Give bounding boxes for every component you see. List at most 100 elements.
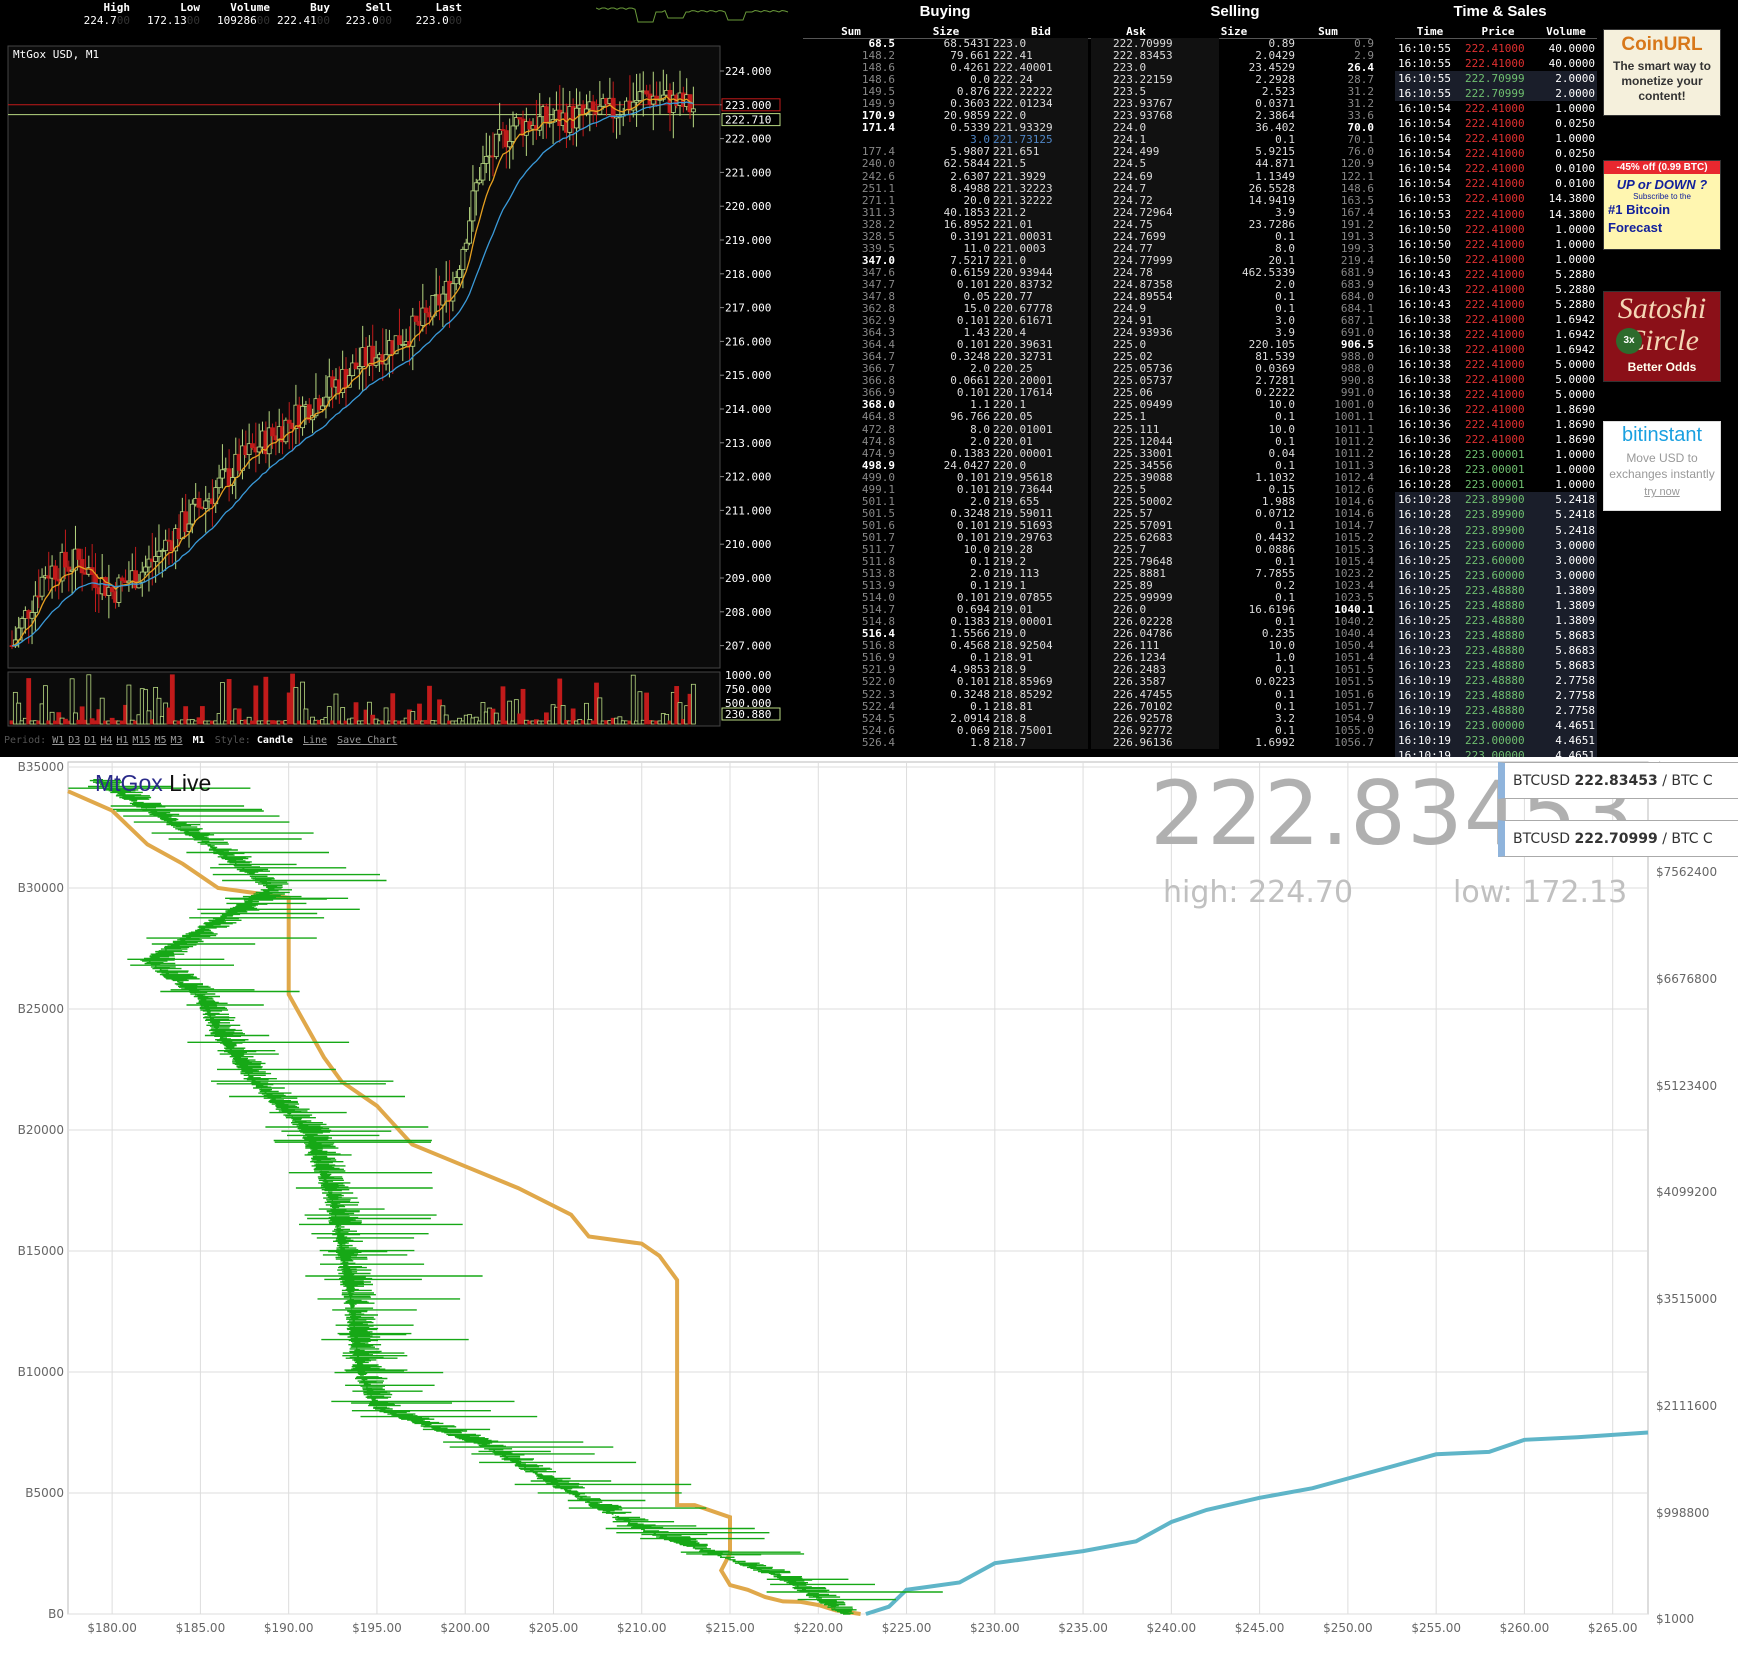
bid-price: 219.655 (993, 494, 1040, 508)
bear-candle (196, 498, 202, 508)
x-tick-label: $235.00 (1058, 1621, 1108, 1635)
sale-time: 16:10:43 (1398, 267, 1451, 281)
sale-price: 222.41000 (1465, 403, 1525, 417)
period-m3-link[interactable]: M3 (171, 735, 183, 746)
bid-price: 220.00001 (993, 446, 1053, 460)
ticker-bid[interactable]: BTCUSD 222.70999 / BTC C (1498, 820, 1738, 857)
sale-time: 16:10:53 (1398, 192, 1451, 206)
ask-price: 226.92578 (1113, 711, 1173, 725)
period-m15-link[interactable]: M15 (132, 735, 150, 746)
volume-bar (690, 683, 696, 725)
ask-price: 224.7 (1113, 181, 1147, 195)
bitinstant-ad[interactable]: bitinstant Move USD to exchanges instant… (1603, 421, 1721, 511)
buy-sum-header: Sum (841, 25, 861, 38)
period-d3-link[interactable]: D3 (68, 735, 80, 746)
period-w1-link[interactable]: W1 (52, 735, 64, 746)
period-h1-link[interactable]: H1 (116, 735, 128, 746)
sale-row: 16:10:19 223.48880 2.7758 (1395, 688, 1597, 704)
ask-size: 10.0 (1268, 422, 1296, 436)
sale-volume: 0.0250 (1555, 147, 1595, 161)
order-book-row: 522.4 0.1 218.81 226.70102 0.1 1051.7 (803, 700, 1376, 713)
sale-row: 16:10:19 223.48880 2.7758 (1395, 672, 1597, 689)
ask-price: 225.50002 (1113, 494, 1173, 508)
bitinstant-link[interactable]: try now (1604, 486, 1720, 498)
price-tick-label: 221.000 (725, 166, 771, 179)
candlestick-chart: MtGox USD, M1 224.000 223.000 222.000 221.00… (7, 45, 781, 727)
sale-volume: 1.3809 (1555, 613, 1595, 627)
volume-bar (520, 688, 526, 725)
x-tick-label: $190.00 (264, 1621, 314, 1635)
bull-candle (457, 269, 462, 278)
bid-size: 2.0 (970, 434, 990, 448)
style-line-link[interactable]: Line (303, 735, 327, 746)
ask-price: 225.1 (1113, 410, 1147, 424)
sale-price: 223.48880 (1465, 658, 1525, 672)
chart-period-bar: Period: W1 D3 D1 H4 H1 M15 M5 M3 M1 Style: Cand… (4, 735, 401, 746)
price-tick-label: 210.000 (725, 538, 771, 551)
ask-sum: 1055.0 (1334, 723, 1374, 737)
sale-volume: 0.0100 (1555, 177, 1595, 191)
sale-row: 16:10:19 223.48880 2.7758 (1395, 703, 1597, 719)
updown-sub: Subscribe to the (1633, 192, 1691, 201)
ask-sum: 163.5 (1340, 193, 1374, 207)
bid-price: 221.0003 (993, 241, 1046, 255)
sale-time: 16:10:38 (1398, 342, 1451, 356)
style-candle-active[interactable]: Candle (257, 735, 293, 746)
volume-bar (427, 685, 432, 725)
period-m5-link[interactable]: M5 (154, 735, 166, 746)
ask-price: 225.12044 (1113, 434, 1173, 448)
sale-time: 16:10:43 (1398, 297, 1451, 311)
bear-candle (413, 315, 419, 322)
volume-bar (637, 691, 643, 725)
coinurl-ad[interactable]: CoinURL The smart way to monetize your c… (1603, 29, 1721, 116)
sale-time: 16:10:50 (1398, 222, 1451, 236)
period-d1-link[interactable]: D1 (84, 735, 96, 746)
sale-time: 16:10:54 (1398, 147, 1451, 161)
order-book-row: 242.6 2.6307 221.3929 224.69 1.1349 122.1 (803, 170, 1376, 183)
volume-bar (293, 687, 299, 725)
order-book-row: 251.1 8.4988 221.32223 224.7 26.5528 148.6 (803, 181, 1376, 195)
sale-volume: 1.8690 (1555, 433, 1595, 447)
volume-bar (263, 676, 269, 725)
bid-sum: 328.5 (861, 229, 895, 243)
sale-price: 223.48880 (1465, 583, 1525, 597)
ticker-last[interactable]: BTCUSD 222.83453 / BTC C (1498, 762, 1738, 799)
order-book-row: 472.8 8.0 220.01001 225.111 10.0 1011.1 (803, 422, 1376, 436)
save-chart-link[interactable]: Save Chart (337, 735, 397, 746)
bull-candle (483, 156, 489, 164)
stat-high: High 224.700 (50, 1, 130, 27)
sale-volume: 1.6942 (1555, 327, 1595, 341)
chart-title: MtGox USD, M1 (13, 48, 99, 61)
ask-price: 226.92772 (1113, 723, 1173, 737)
ask-size: 26.5528 (1248, 181, 1295, 195)
sale-price: 223.60000 (1465, 538, 1525, 552)
price-tick-label: 224.000 (725, 65, 771, 78)
sale-price: 223.00000 (1465, 719, 1525, 733)
up-or-down-ad[interactable]: -45% off (0.99 BTC) UP or DOWN ? Subscri… (1603, 160, 1721, 250)
sale-time: 16:10:38 (1398, 357, 1451, 371)
price-tick-label: 209.000 (725, 572, 771, 585)
bid-sum: 464.8 (861, 410, 895, 424)
sale-price: 222.41000 (1465, 132, 1525, 146)
bull-candle (216, 477, 222, 489)
x-tick-label: $240.00 (1147, 1621, 1197, 1635)
sale-time: 16:10:36 (1398, 403, 1451, 417)
coinurl-text: The smart way to monetize your content! (1612, 59, 1712, 103)
bull-candle (477, 179, 483, 184)
sale-row: 16:10:38 222.41000 5.0000 (1395, 372, 1597, 387)
volume-bar (253, 685, 259, 725)
bull-candle (460, 248, 466, 271)
sale-time: 16:10:19 (1398, 719, 1451, 733)
bid-sum: 171.4 (861, 121, 895, 135)
volume-bar (390, 693, 396, 725)
sale-time: 16:10:19 (1398, 749, 1451, 757)
time-header: Time (1416, 25, 1444, 38)
ask-sum: 199.3 (1340, 241, 1374, 255)
period-h4-link[interactable]: H4 (100, 735, 112, 746)
bid-sum: 271.1 (861, 193, 895, 207)
satoshi-circle-ad[interactable]: Satoshi Circle Better Odds 3x (1603, 291, 1721, 382)
period-m1-active[interactable]: M1 (193, 735, 205, 746)
sale-volume: 1.0000 (1555, 237, 1595, 251)
sale-price: 223.48880 (1465, 704, 1525, 718)
sale-row: 16:10:36 222.41000 1.8690 (1395, 432, 1597, 447)
